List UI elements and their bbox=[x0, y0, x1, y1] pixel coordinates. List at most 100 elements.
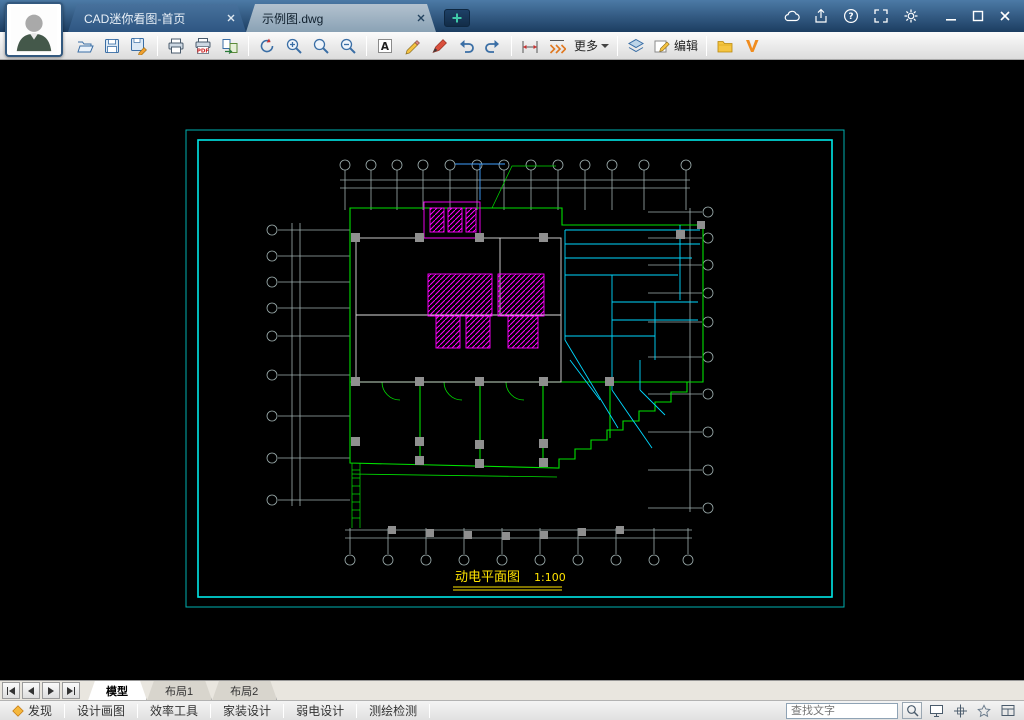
search-button[interactable] bbox=[902, 702, 922, 719]
panel-layout-button[interactable] bbox=[998, 702, 1018, 719]
titlebar-actions: ? bbox=[779, 0, 1024, 32]
new-tab-button[interactable] bbox=[444, 9, 470, 27]
next-sheet-icon bbox=[48, 686, 54, 695]
zoom-icon bbox=[313, 38, 329, 54]
sheet-tab-model[interactable]: 模型 bbox=[88, 681, 147, 701]
sheet-tab-layout1[interactable]: 布局1 bbox=[147, 681, 212, 701]
more-label: 更多 bbox=[574, 39, 599, 53]
open-button[interactable] bbox=[72, 34, 98, 58]
sheet-first-button[interactable] bbox=[2, 682, 20, 699]
status-bar: 发现 设计画图 效率工具 家装设计 弱电设计 测绘检测 bbox=[0, 700, 1024, 720]
share-icon bbox=[815, 8, 827, 23]
tab-document-label: 示例图.dwg bbox=[262, 11, 324, 26]
fullscreen-button[interactable] bbox=[869, 5, 893, 27]
zoom-extents-button[interactable] bbox=[308, 34, 334, 58]
svg-text:?: ? bbox=[848, 12, 853, 22]
tab-home[interactable]: CAD迷你看图-首页 bbox=[68, 4, 246, 32]
undo-button[interactable] bbox=[453, 34, 479, 58]
print-icon bbox=[168, 38, 184, 53]
more-button[interactable]: 更多 bbox=[571, 34, 612, 58]
pencil-tool-button[interactable] bbox=[399, 34, 425, 58]
first-sheet-icon bbox=[7, 686, 15, 695]
settings-button[interactable] bbox=[899, 5, 923, 27]
screen-mode-button[interactable] bbox=[926, 702, 946, 719]
sheet-tab-layout2-label: 布局2 bbox=[230, 685, 259, 698]
statusbar-item-elv-design[interactable]: 弱电设计 bbox=[284, 701, 356, 720]
chevron-down-icon bbox=[601, 43, 610, 48]
cloud-folder-button[interactable] bbox=[712, 34, 738, 58]
tab-document[interactable]: 示例图.dwg bbox=[246, 4, 436, 32]
cloud-button[interactable] bbox=[779, 5, 803, 27]
pencil-icon bbox=[405, 39, 420, 55]
monitor-icon bbox=[929, 704, 943, 717]
rotate-view-button[interactable] bbox=[254, 34, 280, 58]
save-as-button[interactable] bbox=[126, 34, 152, 58]
toolbar-separator bbox=[366, 35, 367, 56]
svg-text:PDF: PDF bbox=[197, 48, 210, 54]
save-button[interactable] bbox=[99, 34, 125, 58]
tab-document-close-icon[interactable] bbox=[416, 13, 426, 23]
maximize-button[interactable] bbox=[964, 5, 991, 27]
discover-diamond-icon bbox=[12, 704, 24, 717]
measure-button[interactable] bbox=[517, 34, 543, 58]
sheet-tab-layout2[interactable]: 布局2 bbox=[212, 681, 277, 701]
find-text-input[interactable] bbox=[786, 702, 898, 719]
minimize-icon bbox=[945, 19, 956, 21]
user-avatar[interactable] bbox=[5, 2, 63, 57]
tab-home-close-icon[interactable] bbox=[226, 13, 236, 23]
measure-icon bbox=[522, 40, 538, 53]
close-button[interactable] bbox=[991, 5, 1018, 27]
statusbar-item-design-draw[interactable]: 设计画图 bbox=[65, 701, 137, 720]
convert-icon bbox=[222, 38, 238, 54]
sheet-prev-button[interactable] bbox=[22, 682, 40, 699]
avatar-person-icon bbox=[11, 6, 57, 53]
share-button[interactable] bbox=[809, 5, 833, 27]
fullscreen-icon bbox=[874, 9, 888, 23]
v-brand-button[interactable] bbox=[739, 34, 765, 58]
zoom-in-icon bbox=[286, 38, 302, 54]
zoom-out-icon bbox=[340, 38, 356, 54]
toolbar-separator bbox=[706, 35, 708, 56]
sheet-tabs: 模型 布局1 布局2 bbox=[88, 681, 277, 701]
edit-label: 编辑 bbox=[674, 39, 699, 53]
sheet-tab-bar: 模型 布局1 布局2 bbox=[0, 680, 1024, 700]
sheet-last-button[interactable] bbox=[62, 682, 80, 699]
cad-drawing: 动电平面图 1:100 bbox=[185, 129, 845, 608]
brush-tool-button[interactable] bbox=[426, 34, 452, 58]
measure-batch-button[interactable] bbox=[544, 34, 570, 58]
help-button[interactable]: ? bbox=[839, 5, 863, 27]
print-pdf-button[interactable]: PDF bbox=[190, 34, 216, 58]
sheet-next-button[interactable] bbox=[42, 682, 60, 699]
last-sheet-icon bbox=[67, 686, 75, 695]
convert-button[interactable] bbox=[217, 34, 243, 58]
sheet-tab-model-label: 模型 bbox=[106, 685, 128, 698]
help-icon: ? bbox=[843, 8, 859, 24]
statusbar-item-home-design[interactable]: 家装设计 bbox=[211, 701, 283, 720]
star-icon bbox=[977, 703, 991, 717]
toolbar-separator bbox=[617, 35, 619, 56]
sheet-tab-layout1-label: 布局1 bbox=[165, 685, 194, 698]
crosshair-button[interactable] bbox=[950, 702, 970, 719]
panels-icon bbox=[1001, 705, 1015, 716]
undo-icon bbox=[460, 39, 474, 53]
v-logo-icon bbox=[746, 39, 759, 52]
print-button[interactable] bbox=[163, 34, 189, 58]
tab-strip: CAD迷你看图-首页 示例图.dwg bbox=[68, 0, 470, 32]
favorite-button[interactable] bbox=[974, 702, 994, 719]
drawing-scale-text: 1:100 bbox=[534, 571, 566, 584]
edit-button[interactable]: 编辑 bbox=[650, 34, 701, 58]
layers-button[interactable] bbox=[623, 34, 649, 58]
zoom-in-button[interactable] bbox=[281, 34, 307, 58]
statusbar-item-survey-detect[interactable]: 测绘检测 bbox=[357, 701, 429, 720]
statusbar-item-efficiency-tools[interactable]: 效率工具 bbox=[138, 701, 210, 720]
toolbar-separator bbox=[157, 35, 158, 56]
titlebar: CAD迷你看图-首页 示例图.dwg ? bbox=[0, 0, 1024, 32]
minimize-button[interactable] bbox=[937, 5, 964, 27]
statusbar-discover[interactable]: 发现 bbox=[0, 701, 64, 720]
edit-pencil-icon bbox=[654, 40, 670, 52]
redo-button[interactable] bbox=[480, 34, 506, 58]
drawing-canvas[interactable]: 动电平面图 1:100 bbox=[0, 60, 1024, 680]
text-tool-button[interactable]: A bbox=[372, 34, 398, 58]
statusbar-right bbox=[786, 702, 1024, 719]
zoom-out-button[interactable] bbox=[335, 34, 361, 58]
